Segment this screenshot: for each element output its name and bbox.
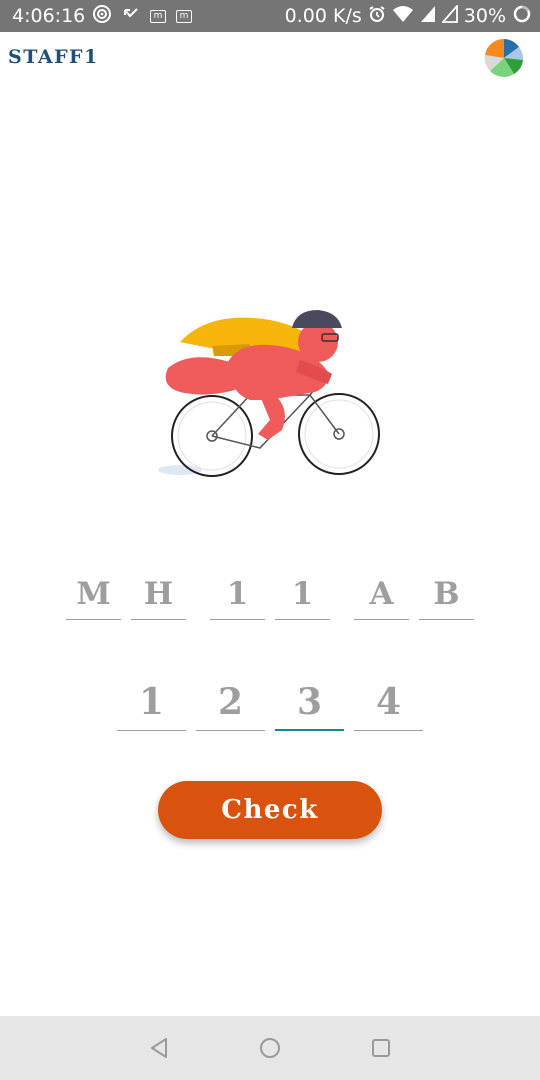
system-status: 0.00 K/s 30% [284, 3, 532, 29]
battery-percent: 30% [463, 5, 506, 27]
plate-char-input[interactable]: A [354, 570, 409, 620]
pin-digit-input[interactable]: 2 [196, 675, 265, 731]
pin-digit-input[interactable]: 4 [354, 675, 423, 731]
signal-icon [440, 3, 458, 28]
pie-chart-logo-icon[interactable] [484, 38, 524, 78]
plate-char-input[interactable]: M [66, 570, 121, 620]
pin-digit-input[interactable]: 1 [117, 675, 186, 731]
signal-icon [420, 5, 436, 28]
cyclist-illustration [150, 300, 390, 485]
alarm-icon [368, 5, 386, 28]
navigation-bar [0, 1016, 540, 1080]
wifi-icon [392, 5, 414, 28]
m-icon: m [150, 9, 166, 23]
recents-icon[interactable] [369, 1036, 393, 1060]
plate-char-input[interactable]: B [419, 570, 474, 620]
app-title: STAFF1 [8, 46, 99, 68]
m-icon: m [176, 9, 192, 23]
plate-char-input[interactable]: 1 [210, 570, 265, 620]
back-icon[interactable] [147, 1036, 171, 1060]
battery-icon [512, 4, 532, 29]
pin-digit-input-active[interactable]: 3 [275, 675, 344, 731]
check-button[interactable]: Check [158, 781, 382, 839]
music-icon [92, 4, 112, 29]
plate-char-input[interactable]: H [131, 570, 186, 620]
status-time: 4:06:16 [12, 5, 86, 27]
status-bar: 4:06:16 m m 0.00 K/s 30% [0, 0, 540, 32]
missed-call-icon [122, 5, 140, 28]
network-speed: 0.00 K/s [284, 5, 362, 27]
plate-char-input[interactable]: 1 [275, 570, 330, 620]
notification-icons: m m [92, 4, 192, 29]
home-icon[interactable] [258, 1036, 282, 1060]
